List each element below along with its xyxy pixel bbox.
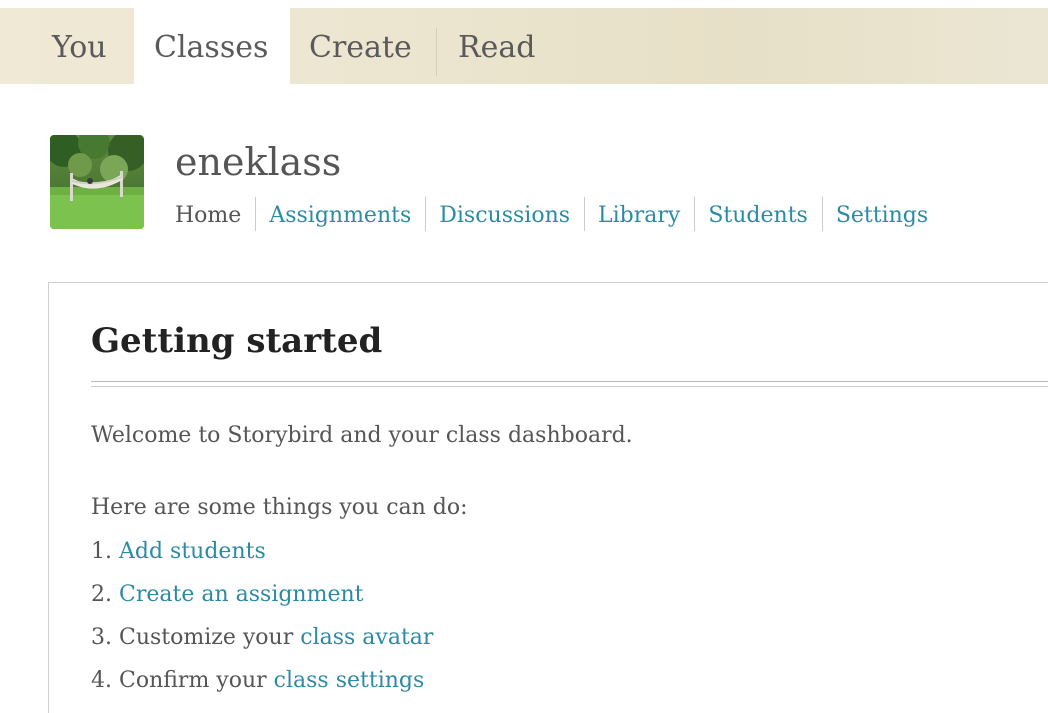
class-avatar-image xyxy=(50,135,144,229)
list-item: 1. Add students xyxy=(91,535,433,578)
step-number: 3. xyxy=(91,625,112,650)
class-subnav: Home Assignments Discussions Library Student… xyxy=(175,196,928,236)
welcome-text: Welcome to Storybird and your class dash… xyxy=(91,423,633,448)
panel-heading: Getting started xyxy=(91,321,383,361)
subnav-discussions[interactable]: Discussions xyxy=(439,196,570,236)
create-assignment-link[interactable]: Create an assignment xyxy=(119,582,364,607)
class-settings-link[interactable]: class settings xyxy=(274,668,425,693)
step-text: Confirm your xyxy=(119,668,267,693)
class-avatar[interactable] xyxy=(50,135,144,229)
class-avatar-link[interactable]: class avatar xyxy=(300,625,433,650)
class-name: eneklass xyxy=(175,140,342,184)
subnav-library[interactable]: Library xyxy=(598,196,680,236)
subnav-divider xyxy=(584,197,586,231)
step-number: 1. xyxy=(91,539,112,564)
subnav-home[interactable]: Home xyxy=(175,196,241,236)
subnav-divider xyxy=(821,197,823,231)
subnav-settings[interactable]: Settings xyxy=(836,196,928,236)
tab-you[interactable]: You xyxy=(8,8,134,84)
getting-started-panel: Getting started Welcome to Storybird and… xyxy=(48,282,1048,713)
heading-divider xyxy=(91,381,1048,387)
subnav-divider xyxy=(694,197,696,231)
subnav-divider xyxy=(425,197,427,231)
add-students-link[interactable]: Add students xyxy=(119,539,266,564)
list-item: 4. Confirm your class settings xyxy=(91,664,433,707)
steps-list: 1. Add students 2. Create an assignment … xyxy=(91,535,433,707)
subnav-students[interactable]: Students xyxy=(708,196,807,236)
step-number: 4. xyxy=(91,668,112,693)
top-navigation-bar: You Classes Create Read xyxy=(0,8,1048,84)
subnav-assignments[interactable]: Assignments xyxy=(269,196,411,236)
step-text: Customize your xyxy=(119,625,294,650)
subnav-divider xyxy=(255,197,257,231)
list-item: 2. Create an assignment xyxy=(91,578,433,621)
tab-create[interactable]: Create xyxy=(290,8,436,84)
tab-read[interactable]: Read xyxy=(437,8,567,84)
tab-classes[interactable]: Classes xyxy=(134,8,290,84)
list-item: 3. Customize your class avatar xyxy=(91,621,433,664)
step-number: 2. xyxy=(91,582,112,607)
intro-text: Here are some things you can do: xyxy=(91,495,468,520)
